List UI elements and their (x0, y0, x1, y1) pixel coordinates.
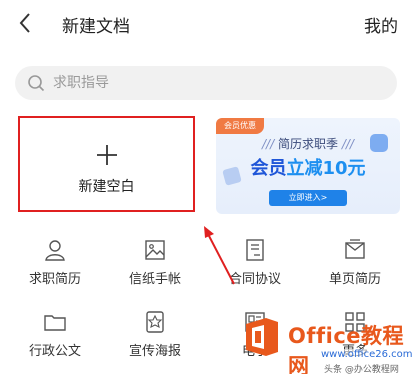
header-bar: 新建文档 我的 (0, 0, 414, 48)
template-label: 求职简历 (28, 272, 81, 287)
template-official-doc[interactable]: 行政公文 (10, 310, 100, 364)
page-title: 新建文档 (62, 17, 130, 37)
poster-icon (146, 311, 164, 333)
template-job-resume[interactable]: 求职简历 (10, 238, 100, 292)
search-bar[interactable] (15, 66, 397, 100)
template-label: 信纸手帐 (128, 272, 181, 287)
watermark: Office教程网 www.office26.com 头条 @办公教程网 (238, 310, 414, 374)
promo-headline: 会员立减10元 (216, 154, 400, 180)
template-label: 宣传海报 (128, 344, 181, 359)
watermark-title-a: Office (288, 324, 362, 348)
plus-icon (97, 145, 117, 165)
envelope-icon (345, 239, 365, 259)
contract-icon (246, 239, 264, 261)
search-input[interactable] (53, 66, 353, 100)
office-logo-icon (246, 318, 278, 356)
enter-now-button[interactable]: 立即进入> (269, 190, 347, 206)
promo-subtitle-text: 简历求职季 (277, 137, 338, 151)
person-icon (45, 240, 65, 261)
template-label: 单页简历 (328, 272, 381, 287)
member-promo-banner[interactable]: 会员优惠 /// 简历求职季 /// 会员立减10元 立即进入> (216, 118, 400, 214)
new-blank-button[interactable]: 新建空白 (18, 116, 195, 212)
my-button[interactable]: 我的 (364, 12, 398, 37)
folder-icon (44, 315, 66, 331)
promo-tag: 会员优惠 (216, 118, 264, 134)
template-stationery[interactable]: 信纸手帐 (110, 238, 200, 292)
template-single-resume[interactable]: 单页简历 (310, 238, 400, 292)
template-poster[interactable]: 宣传海报 (110, 310, 200, 364)
watermark-author: 头条 @办公教程网 (324, 365, 399, 374)
image-icon (145, 240, 165, 260)
promo-headline-a: 会员 (250, 158, 287, 179)
back-arrow-icon[interactable] (14, 11, 38, 35)
template-label: 行政公文 (28, 344, 81, 359)
promo-subtitle: /// 简历求职季 /// (262, 137, 354, 151)
annotation-arrow-icon (204, 226, 235, 285)
promo-headline-b: 立减10元 (286, 158, 366, 179)
new-blank-label: 新建空白 (78, 179, 135, 195)
search-icon (28, 75, 45, 92)
watermark-url: www.office26.com (318, 349, 414, 360)
